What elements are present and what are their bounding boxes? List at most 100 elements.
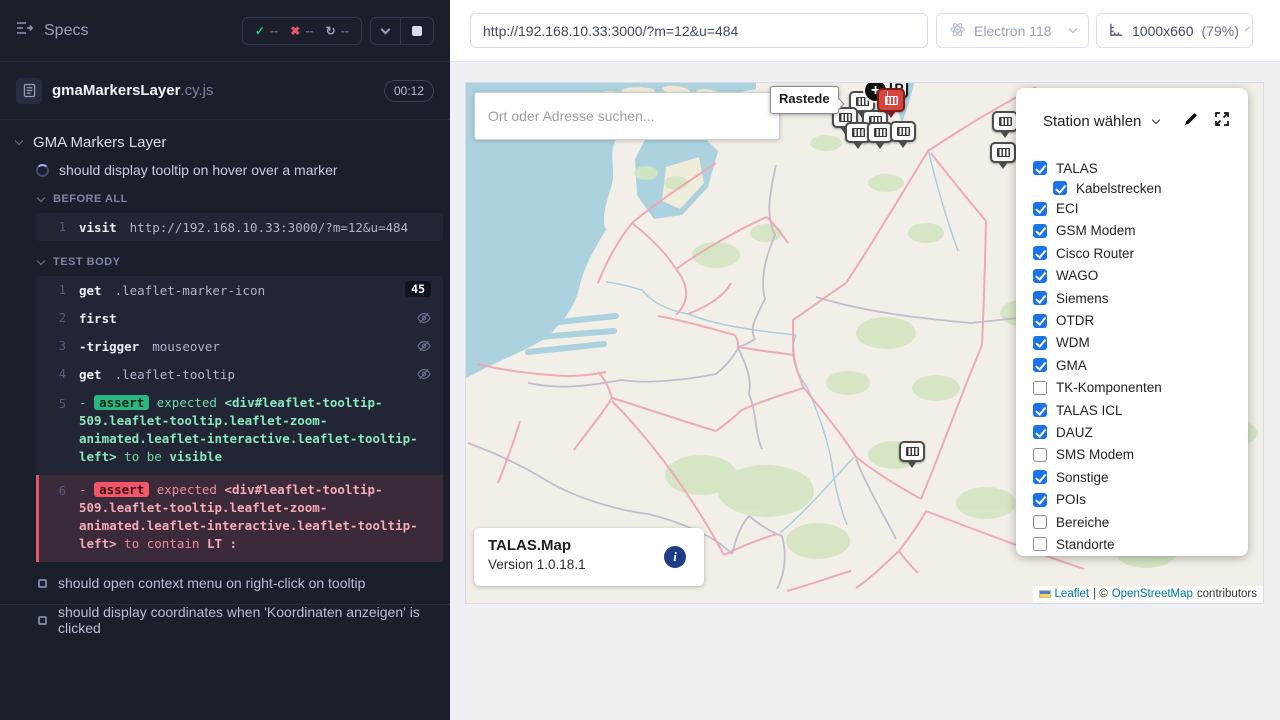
checkbox[interactable] <box>1033 269 1047 283</box>
leaflet-link[interactable]: Leaflet <box>1055 588 1090 600</box>
eye-slash-icon <box>417 367 431 384</box>
command-row[interactable]: 3 -trigger mouseover <box>36 332 443 360</box>
checkbox[interactable] <box>1033 403 1047 417</box>
assert-failed-row[interactable]: 6 - assert expected <div#leaflet-tooltip… <box>36 475 443 562</box>
marker-bubble <box>890 121 916 142</box>
command-row[interactable]: 2 first <box>36 304 443 332</box>
map-marker[interactable] <box>992 111 1018 143</box>
ukraine-flag-icon <box>1039 590 1051 598</box>
checkbox[interactable] <box>1033 537 1047 551</box>
layer-checkbox-row[interactable]: Kabelstrecken <box>1033 179 1248 197</box>
viewport-selector[interactable]: 1000x660 (79%) <box>1096 13 1253 48</box>
layer-checkbox-row[interactable]: Bereiche <box>1033 511 1248 533</box>
browser-selector[interactable]: Electron 118 <box>936 13 1089 48</box>
failed-x-icon: ✖ <box>290 24 300 38</box>
layer-checkbox-row[interactable]: OTDR <box>1033 309 1248 331</box>
checkbox[interactable] <box>1033 246 1047 260</box>
aut-pane: Electron 118 1000x660 (79%) <box>450 0 1280 720</box>
checkbox[interactable] <box>1033 448 1047 462</box>
layer-checkbox-row[interactable]: GSM Modem <box>1033 220 1248 242</box>
marker-tail <box>875 142 885 154</box>
chevron-down-icon <box>37 193 45 201</box>
checkbox[interactable] <box>1033 493 1047 507</box>
collapse-all-button[interactable] <box>371 18 400 44</box>
marker-tooltip[interactable]: Rastede <box>770 86 839 114</box>
chevron-down-icon <box>1245 27 1250 32</box>
layer-checkbox-row[interactable]: Cisco Router <box>1033 242 1248 264</box>
suite-row[interactable]: GMA Markers Layer <box>16 134 434 151</box>
checkbox[interactable] <box>1033 161 1047 175</box>
layer-checkbox-row[interactable]: Sonstige <box>1033 466 1248 488</box>
map-marker[interactable] <box>990 142 1016 174</box>
layer-checkbox-row[interactable]: Siemens <box>1033 287 1248 309</box>
layer-label: GSM Modem <box>1056 223 1136 238</box>
layer-checkbox-row[interactable]: TALAS <box>1033 157 1248 179</box>
station-layer-panel: Station wählen TALAS Kabelstrecken ECI <box>1016 88 1248 556</box>
layer-checkbox-row[interactable]: TK-Komponenten <box>1033 377 1248 399</box>
info-icon[interactable]: i <box>664 546 686 568</box>
layer-checkbox-row[interactable]: GMA <box>1033 354 1248 376</box>
pending-test-row[interactable]: should display coordinates when 'Koordin… <box>38 604 434 636</box>
layer-label: WDM <box>1056 335 1090 350</box>
expand-fullscreen-icon[interactable] <box>1214 111 1230 132</box>
checkbox[interactable] <box>1033 515 1047 529</box>
layer-checkbox-row[interactable]: POIs <box>1033 488 1248 510</box>
map-attribution: Leaflet | © OpenStreetMap contributors <box>1033 586 1263 603</box>
specs-menu-icon[interactable] <box>16 21 34 40</box>
layer-label: OTDR <box>1056 313 1094 328</box>
checkbox[interactable] <box>1033 470 1047 484</box>
layer-checkbox-row[interactable]: WAGO <box>1033 265 1248 287</box>
chevron-down-icon <box>37 256 45 264</box>
checkbox[interactable] <box>1033 358 1047 372</box>
element-count-badge: 45 <box>405 281 431 297</box>
checkbox[interactable] <box>1033 336 1047 350</box>
checkbox[interactable] <box>1033 314 1047 328</box>
checkbox[interactable] <box>1033 224 1047 238</box>
checkbox[interactable] <box>1053 181 1067 195</box>
checkbox[interactable] <box>1033 425 1047 439</box>
layer-checkbox-row[interactable]: SMS Modem <box>1033 444 1248 466</box>
layer-checkbox-row[interactable]: TALAS ICL <box>1033 399 1248 421</box>
layer-checkbox-row[interactable]: Standorte <box>1033 533 1248 555</box>
ruler-icon <box>1109 22 1124 40</box>
osm-link[interactable]: OpenStreetMap <box>1112 588 1193 600</box>
specs-title: Specs <box>44 22 88 40</box>
command-row[interactable]: 1 visit http://192.168.10.33:3000/?m=12&… <box>36 213 443 241</box>
test-body-commands: 1 get .leaflet-marker-icon 45 2 first 3 … <box>36 276 443 562</box>
assert-badge: assert <box>94 482 149 497</box>
checkbox[interactable] <box>1033 291 1047 305</box>
checkbox[interactable] <box>1033 202 1047 216</box>
panel-title: Station wählen <box>1043 113 1141 130</box>
layer-checkbox-row[interactable]: WDM <box>1033 332 1248 354</box>
url-input[interactable] <box>470 13 928 48</box>
stat-failed: ✖-- <box>290 24 313 38</box>
map-marker[interactable] <box>899 441 925 473</box>
layer-checkbox-row[interactable]: DAUZ <box>1033 421 1248 443</box>
before-all-section[interactable]: BEFORE ALL <box>38 193 434 205</box>
pending-test-row[interactable]: should open context menu on right-click … <box>38 575 434 591</box>
pending-refresh-icon: ↻ <box>326 24 336 38</box>
edit-pencil-icon[interactable] <box>1183 111 1199 132</box>
spec-file-icon <box>16 78 42 104</box>
station-icon <box>999 117 1012 126</box>
panel-header: Station wählen <box>1016 88 1248 132</box>
test-body-section[interactable]: TEST BODY <box>38 256 434 268</box>
layer-checkbox-row[interactable]: ECI <box>1033 197 1248 219</box>
command-row[interactable]: 4 get .leaflet-tooltip <box>36 360 443 388</box>
assert-passed-row[interactable]: 5 - assert expected <div#leaflet-tooltip… <box>36 388 443 475</box>
layer-label: Siemens <box>1056 291 1109 306</box>
running-test-row[interactable]: should display tooltip on hover over a m… <box>36 162 434 178</box>
spec-file-row[interactable]: gmaMarkersLayer.cy.js 00:12 <box>0 62 450 120</box>
map-marker[interactable] <box>890 121 916 153</box>
stop-button[interactable] <box>400 18 433 44</box>
command-row[interactable]: 1 get .leaflet-marker-icon 45 <box>36 276 443 304</box>
stat-passed: ✓-- <box>255 24 278 38</box>
checkbox[interactable] <box>1033 381 1047 395</box>
assert-badge: assert <box>94 395 149 410</box>
layer-label: TALAS <box>1056 161 1098 176</box>
search-input[interactable] <box>474 92 780 140</box>
aut-toolbar: Electron 118 1000x660 (79%) <box>450 0 1280 61</box>
chevron-down-icon[interactable] <box>1152 116 1160 124</box>
map-marker[interactable] <box>877 88 905 123</box>
marker-tail <box>886 111 896 123</box>
